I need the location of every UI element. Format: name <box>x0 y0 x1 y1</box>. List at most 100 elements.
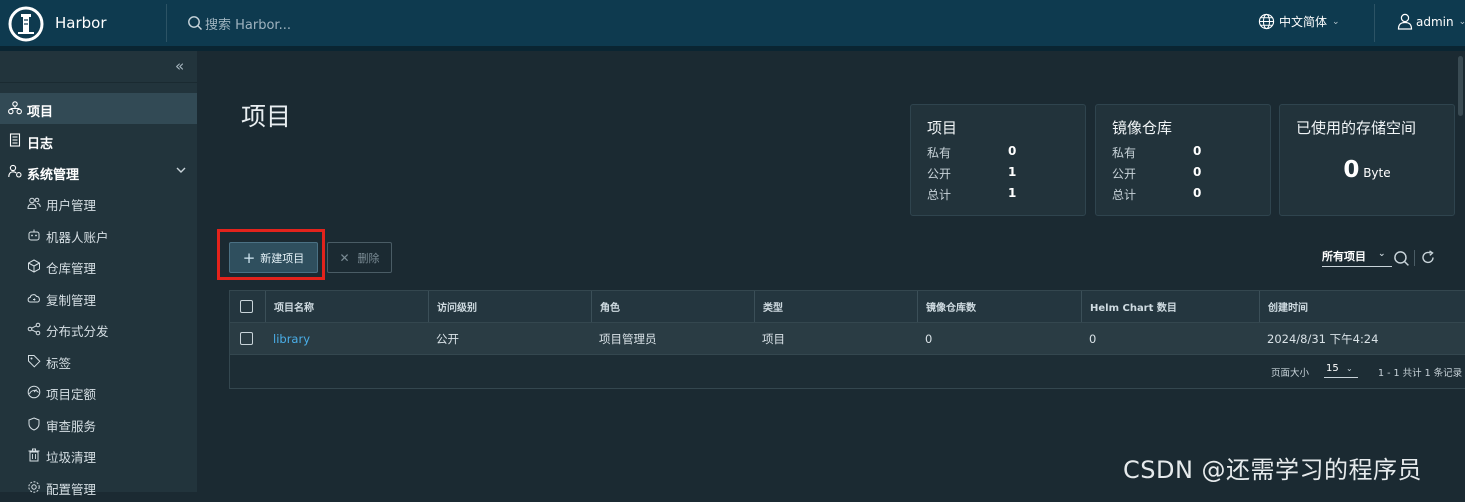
sidebar-item-administration[interactable]: 系统管理 <box>0 156 197 187</box>
sidebar-item-registries[interactable]: 仓库管理 <box>0 250 197 281</box>
total-label: 总计 <box>1112 188 1137 202</box>
chevron-down-icon[interactable] <box>175 164 187 176</box>
sidebar-item-labels[interactable]: 标签 <box>0 345 197 376</box>
username: admin <box>1416 14 1454 29</box>
column-header[interactable]: 角色 <box>591 291 753 322</box>
chevron-down-icon: ⌄ <box>1332 16 1340 27</box>
table-row[interactable]: library 公开 项目管理员 项目 0 0 2024/8/31 下午4:24 <box>230 323 1465 355</box>
delete-label: 删除 <box>357 251 380 265</box>
sidebar-item-interrogation-services[interactable]: 审查服务 <box>0 408 197 439</box>
private-count: 0 <box>1193 144 1202 158</box>
header-divider <box>1374 4 1375 42</box>
private-label: 私有 <box>927 146 952 160</box>
card-title: 项目 <box>927 119 958 137</box>
select-all-cell <box>230 291 264 322</box>
public-count: 1 <box>1008 165 1017 179</box>
row-checkbox[interactable] <box>240 332 253 345</box>
access-level-cell: 公开 <box>436 331 459 346</box>
highlight-box <box>217 229 325 280</box>
tag-icon <box>28 355 41 368</box>
close-icon: ✕ <box>339 250 350 265</box>
shield-icon <box>28 417 40 431</box>
total-count: 1 <box>1008 186 1017 200</box>
sidebar-item-configuration[interactable]: 配置管理 <box>0 471 197 502</box>
projects-summary-card: 项目 私有 0 公开 1 总计 1 <box>910 104 1086 216</box>
storage-used: 0 Byte <box>1280 157 1454 183</box>
user-menu[interactable]: admin ⌄ <box>1397 13 1465 30</box>
projects-table: 项目名称 访问级别 角色 类型 镜像仓库数 Helm Chart 数目 创建时间… <box>229 290 1465 389</box>
sidebar-item-label: 垃圾清理 <box>46 450 97 465</box>
search-icon <box>188 16 202 30</box>
page-size-value: 15 <box>1326 363 1339 374</box>
toolbar-divider <box>1414 250 1415 266</box>
sidebar-item-label: 项目 <box>27 105 54 120</box>
column-header[interactable]: 类型 <box>754 291 916 322</box>
creation-time-cell: 2024/8/31 下午4:24 <box>1267 331 1379 346</box>
sidebar-item-label: 标签 <box>46 356 72 371</box>
registry-icon <box>28 259 40 273</box>
chart-count-cell: 0 <box>1089 331 1097 346</box>
column-header[interactable]: 项目名称 <box>265 291 427 322</box>
refresh-icon[interactable] <box>1420 249 1436 266</box>
replication-icon <box>27 294 40 303</box>
total-count: 0 <box>1193 186 1202 200</box>
brand-name[interactable]: Harbor <box>55 14 107 32</box>
sidebar-item-projects[interactable]: 项目 <box>0 93 197 124</box>
filter-label: 所有项目 <box>1322 250 1366 263</box>
sidebar-item-garbage-collection[interactable]: 垃圾清理 <box>0 439 197 470</box>
sidebar-item-logs[interactable]: 日志 <box>0 125 197 156</box>
table-footer: 页面大小 15 ⌄ 1 - 1 共计 1 条记录 <box>230 355 1465 389</box>
share-icon <box>27 322 41 336</box>
public-count: 0 <box>1193 165 1202 179</box>
sidebar-item-label: 复制管理 <box>46 293 97 308</box>
sidebar-item-replications[interactable]: 复制管理 <box>0 282 197 313</box>
repo-count-cell: 0 <box>925 331 933 346</box>
sidebar-item-project-quotas[interactable]: 项目定额 <box>0 376 197 407</box>
sidebar-item-label: 用户管理 <box>46 198 97 213</box>
delete-button[interactable]: ✕ 删除 <box>327 242 392 273</box>
chevron-down-icon: ⌄ <box>1458 16 1465 27</box>
search-icon[interactable] <box>1393 250 1410 267</box>
sidebar-item-label: 系统管理 <box>27 168 80 183</box>
column-header[interactable]: 访问级别 <box>428 291 590 322</box>
private-label: 私有 <box>1112 146 1137 160</box>
column-header[interactable]: Helm Chart 数目 <box>1081 291 1258 322</box>
watermark-text: CSDN @还需学习的程序员 <box>1123 456 1423 484</box>
storage-value: 0 <box>1343 157 1360 183</box>
top-navbar: Harbor 搜索 Harbor... 中文简体 ⌄ admin ⌄ <box>0 0 1465 51</box>
page-size-select[interactable]: 15 ⌄ <box>1324 360 1358 378</box>
globe-icon <box>1258 13 1275 30</box>
users-icon <box>27 197 41 209</box>
sidebar-item-label: 项目定额 <box>46 387 97 402</box>
sidebar-item-users[interactable]: 用户管理 <box>0 187 197 218</box>
search-placeholder[interactable]: 搜索 Harbor... <box>205 14 291 33</box>
type-cell: 项目 <box>762 331 785 346</box>
project-filter-select[interactable]: 所有项目 ⌄ <box>1322 248 1392 267</box>
projects-icon <box>8 101 22 115</box>
row-select-cell <box>230 323 264 354</box>
sidebar-item-robot-accounts[interactable]: 机器人账户 <box>0 219 197 250</box>
storage-unit: Byte <box>1363 166 1391 180</box>
sidebar-item-label: 日志 <box>27 137 54 152</box>
project-name-link[interactable]: library <box>265 323 427 354</box>
pagination-total: 1 - 1 共计 1 条记录 <box>1378 368 1463 379</box>
admin-icon <box>8 164 22 178</box>
sidebar-item-label: 仓库管理 <box>46 261 97 276</box>
sidebar-item-label: 分布式分发 <box>46 324 109 339</box>
robot-icon <box>28 229 40 241</box>
harbor-logo-icon[interactable] <box>8 6 44 42</box>
sidebar-item-label: 机器人账户 <box>46 230 109 245</box>
card-title: 镜像仓库 <box>1112 119 1173 137</box>
private-count: 0 <box>1008 144 1017 158</box>
column-header[interactable]: 创建时间 <box>1259 291 1465 322</box>
sidebar: « 项目 日志 系统管理 用户管理 机器人账户 仓库管理 复制管理 分布式分发 … <box>0 51 197 497</box>
collapse-sidebar-icon[interactable]: « <box>175 57 184 75</box>
language-selector[interactable]: 中文简体 ⌄ <box>1258 13 1340 30</box>
global-search[interactable]: 搜索 Harbor... <box>187 13 291 33</box>
public-label: 公开 <box>927 167 952 181</box>
select-all-checkbox[interactable] <box>240 300 253 313</box>
header-divider <box>166 4 167 42</box>
column-header[interactable]: 镜像仓库数 <box>917 291 1080 322</box>
sidebar-item-distributions[interactable]: 分布式分发 <box>0 313 197 344</box>
page-scrollbar[interactable] <box>1458 56 1463 116</box>
